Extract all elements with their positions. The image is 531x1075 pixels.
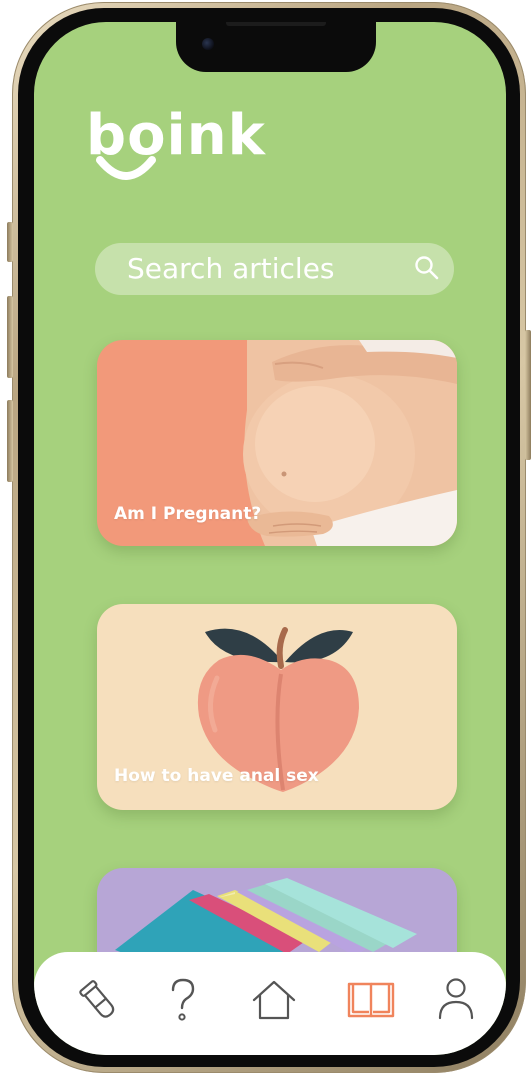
home-icon xyxy=(252,980,296,1020)
open-book-icon xyxy=(347,982,395,1018)
smile-logo-icon xyxy=(96,156,156,180)
volume-down-button xyxy=(7,400,13,482)
article-card-pregnant[interactable]: Am I Pregnant? xyxy=(97,340,457,546)
question-mark-icon xyxy=(171,978,195,1021)
notch xyxy=(176,22,376,72)
nav-profile[interactable] xyxy=(428,972,484,1028)
nav-home[interactable] xyxy=(246,972,302,1028)
search-icon[interactable] xyxy=(414,255,440,281)
test-tube-icon xyxy=(79,980,115,1018)
search-input[interactable]: Search articles xyxy=(127,251,335,287)
volume-up-button xyxy=(7,296,13,378)
article-title: Am I Pregnant? xyxy=(114,504,262,524)
search-bar[interactable]: Search articles xyxy=(95,243,454,295)
bottom-nav xyxy=(34,952,506,1055)
nav-articles[interactable] xyxy=(343,972,399,1028)
front-camera xyxy=(202,38,214,50)
user-icon xyxy=(438,978,474,1020)
article-card-anal-sex[interactable]: How to have anal sex xyxy=(97,604,457,810)
silent-switch xyxy=(7,222,13,262)
nav-tests[interactable] xyxy=(70,972,126,1028)
app-screen: boink Search articles Am I Pregnant? How… xyxy=(34,22,506,1055)
speaker xyxy=(226,22,326,26)
nav-questions[interactable] xyxy=(155,972,211,1028)
power-button xyxy=(525,330,531,460)
app-logo: boink xyxy=(86,104,266,194)
article-title: How to have anal sex xyxy=(114,766,319,786)
